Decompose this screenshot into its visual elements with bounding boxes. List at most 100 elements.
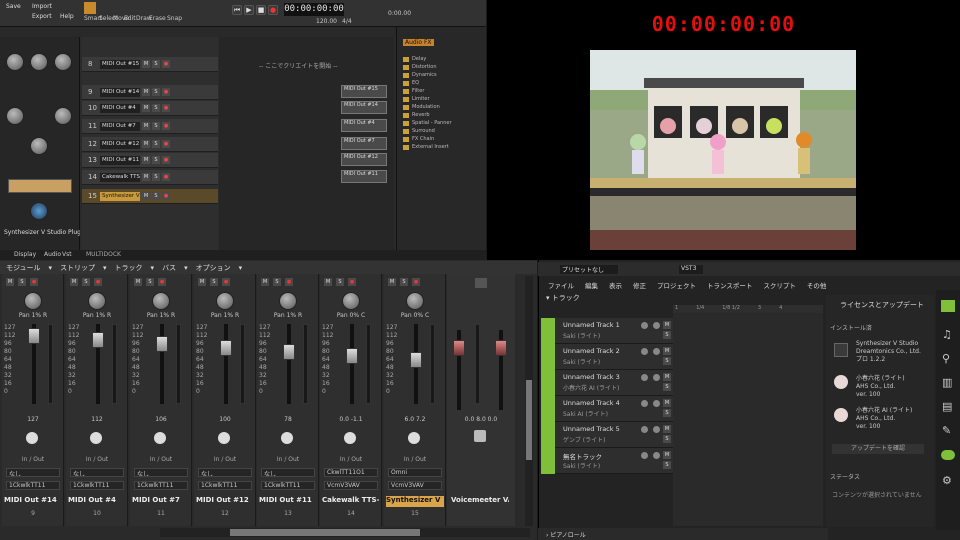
output-select[interactable]: 1CkwlkTT11 (6, 481, 60, 490)
volume-fader[interactable] (283, 344, 295, 360)
toolbar-label-export[interactable]: Export (32, 13, 52, 20)
microphone-icon[interactable]: ⚲ (942, 352, 950, 365)
pan-knob[interactable] (152, 292, 170, 310)
solo-button[interactable]: S (82, 278, 90, 286)
plugin-knob[interactable] (30, 202, 48, 220)
output-select[interactable]: 1CkwlkTT11 (70, 481, 124, 490)
mute-button[interactable]: M (142, 192, 150, 200)
mute-button[interactable]: M (663, 425, 671, 433)
inspector-knob[interactable] (30, 53, 48, 71)
solo-button[interactable]: S (146, 278, 154, 286)
footer-tab-audio[interactable]: Audio (44, 251, 61, 258)
folder-item[interactable]: Modulation (397, 103, 487, 111)
inspector-knob[interactable] (54, 53, 72, 71)
track-name[interactable]: MIDI Out #12 (100, 139, 140, 149)
mute-button[interactable]: M (324, 278, 332, 286)
menu-project[interactable]: プロジェクト (657, 280, 696, 290)
arm-button[interactable]: ● (162, 140, 170, 148)
solo-button[interactable]: S (210, 278, 218, 286)
output-select[interactable]: 1CkwlkTT11 (134, 481, 188, 490)
pan-knob[interactable] (653, 374, 660, 381)
input-select[interactable]: なし (198, 468, 252, 477)
product-item[interactable]: Synthesizer V Studio Dreamtonics Co., Ltd… (856, 340, 921, 364)
menu-other[interactable]: その他 (807, 280, 827, 290)
input-select[interactable]: Omni (388, 468, 442, 477)
strip-name[interactable]: Voicemeeter VA (451, 496, 509, 507)
output-select[interactable]: VcmV3VAV (324, 481, 378, 490)
mute-button[interactable]: M (261, 278, 269, 286)
mute-button[interactable]: M (663, 321, 671, 329)
output-select[interactable]: 1CkwlkTT11 (198, 481, 252, 490)
mute-button[interactable]: M (663, 347, 671, 355)
arm-button[interactable]: ● (162, 156, 170, 164)
folder-item[interactable]: Spatial - Panner (397, 119, 487, 127)
play-button[interactable]: ▶ (244, 5, 254, 15)
pan-knob[interactable] (342, 292, 360, 310)
volume-fader[interactable] (156, 336, 168, 352)
console-scrollbar-v[interactable] (525, 276, 533, 526)
solo-button[interactable]: S (152, 122, 160, 130)
volume-fader[interactable] (28, 328, 40, 344)
arm-button[interactable]: ● (30, 278, 38, 286)
vst-format[interactable]: VST3 (679, 265, 703, 274)
pan-knob[interactable] (216, 292, 234, 310)
product-item[interactable]: 小春六花 (ライト) AHS Co., Ltd. ver. 100 (856, 375, 905, 399)
track-name[interactable]: Unnamed Track 1 (563, 321, 620, 329)
track-name[interactable]: Unnamed Track 2 (563, 347, 620, 355)
pan-knob[interactable] (279, 292, 297, 310)
track-name[interactable]: MIDI Out #15 (100, 59, 140, 69)
library-icon[interactable]: ▥ (942, 376, 952, 389)
arm-button[interactable]: ● (162, 88, 170, 96)
output-select[interactable]: VcmV3VAV (388, 481, 442, 490)
midi-clip[interactable]: MIDI Out #4 (341, 119, 387, 132)
arm-button[interactable]: ● (348, 278, 356, 286)
menu-tracks[interactable]: トラック (115, 263, 143, 273)
volume-fader[interactable] (92, 332, 104, 348)
mute-button[interactable]: M (142, 60, 150, 68)
pan-knob[interactable] (406, 292, 424, 310)
synthv-track[interactable]: 無名トラック Saki (ライト) M S (541, 448, 673, 474)
solo-button[interactable]: S (400, 278, 408, 286)
folder-item[interactable]: Delay (397, 55, 487, 63)
script-icon[interactable]: ✎ (942, 424, 951, 437)
solo-button[interactable]: S (152, 192, 160, 200)
mute-button[interactable]: M (142, 88, 150, 96)
gain-knob[interactable] (641, 426, 648, 433)
toolbar-label-import[interactable]: Import (32, 3, 52, 10)
pan-knob[interactable] (653, 400, 660, 407)
mute-button[interactable]: M (142, 122, 150, 130)
pan-knob[interactable] (88, 292, 106, 310)
mute-button[interactable]: M (70, 278, 78, 286)
arm-button[interactable]: ● (162, 122, 170, 130)
folder-item[interactable]: Distortion (397, 63, 487, 71)
inspector-knob[interactable] (6, 53, 24, 71)
solo-button[interactable]: S (663, 435, 671, 443)
arm-button[interactable]: ● (162, 104, 170, 112)
menu-transport[interactable]: トランスポート (707, 280, 752, 290)
midi-clip[interactable]: MIDI Out #7 (341, 137, 387, 150)
midi-clip[interactable]: MIDI Out #12 (341, 153, 387, 166)
volume-fader[interactable] (410, 352, 422, 368)
strip-name[interactable]: MIDI Out #7 (132, 496, 190, 507)
strip-name[interactable]: Cakewalk TTS-1 (322, 496, 380, 507)
folder-item[interactable]: Dynamics (397, 71, 487, 79)
gain-knob[interactable] (641, 348, 648, 355)
solo-button[interactable]: S (663, 461, 671, 469)
arm-button[interactable]: ● (222, 278, 230, 286)
music-note-icon[interactable]: ♫ (942, 328, 952, 341)
toolbar-label-help[interactable]: Help (60, 13, 74, 20)
mute-button[interactable]: M (663, 451, 671, 459)
menu-file[interactable]: ファイル (548, 280, 574, 290)
solo-button[interactable]: S (336, 278, 344, 286)
strip-name[interactable]: MIDI Out #11 (259, 496, 317, 507)
menu-script[interactable]: スクリプト (763, 280, 796, 290)
mute-button[interactable]: M (134, 278, 142, 286)
solo-button[interactable]: S (663, 409, 671, 417)
synthv-track[interactable]: Unnamed Track 1 Saki (ライト) M S (541, 318, 673, 344)
gain-knob[interactable] (641, 322, 648, 329)
inspector-knob[interactable] (6, 107, 24, 125)
smart-tool-icon[interactable] (84, 2, 96, 14)
pan-knob[interactable] (653, 348, 660, 355)
arm-button[interactable]: ● (94, 278, 102, 286)
track-name[interactable]: 無名トラック (563, 451, 602, 461)
